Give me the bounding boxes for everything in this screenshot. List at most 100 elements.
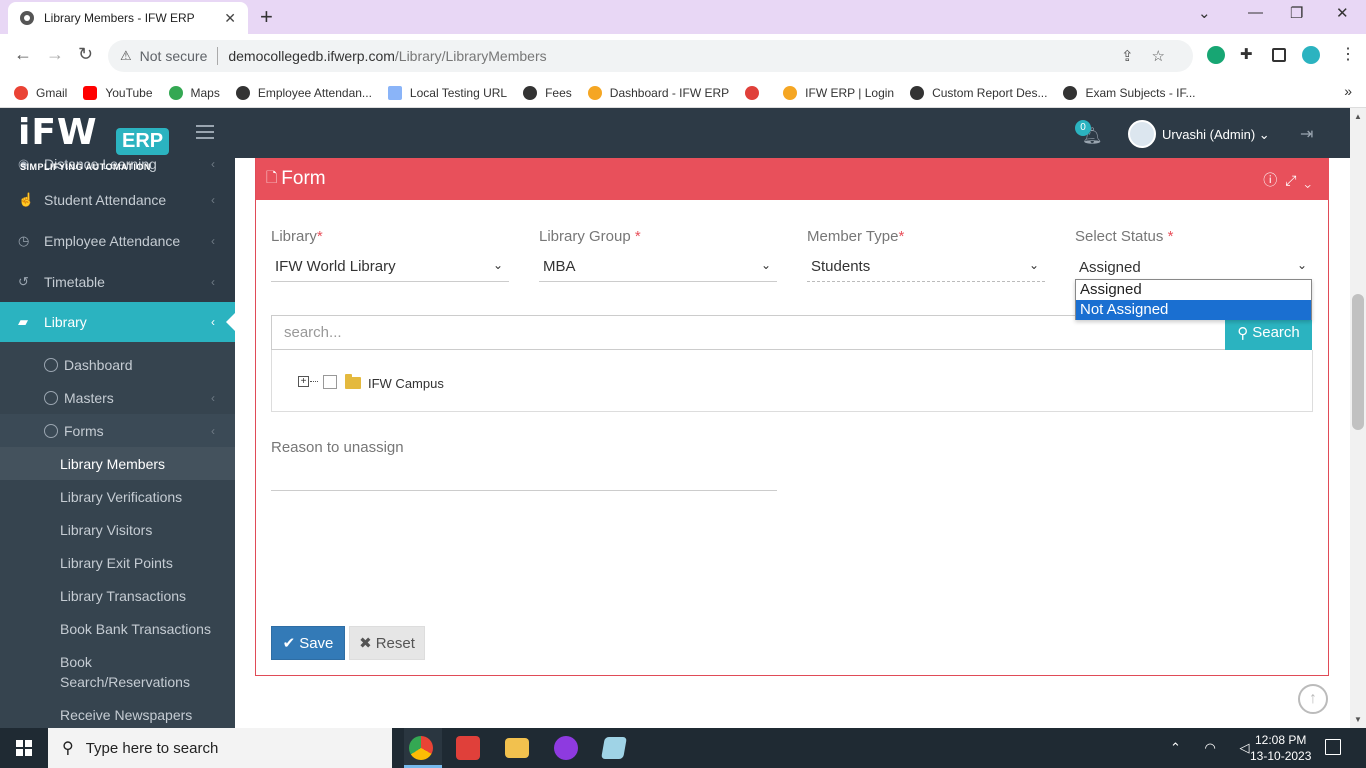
forward-icon[interactable]: → [46,44,64,65]
taskbar-search[interactable]: ⚲ Type here to search [48,728,392,768]
user-menu[interactable]: Urvashi (Admin) ⌄ [1162,127,1270,143]
logout-icon[interactable]: ⇥ [1300,124,1313,144]
profile-icon[interactable] [1302,46,1320,64]
notification-center-icon[interactable] [1325,739,1341,755]
bookmark-maps[interactable]: Maps [168,85,220,100]
sidebar-item-library-transactions[interactable]: Library Transactions [0,579,235,612]
wps-office-icon[interactable] [554,736,578,760]
bookmark-login[interactable]: IFW ERP | Login [783,85,894,100]
bookmark-employee-attendance[interactable]: Employee Attendan... [235,85,372,100]
hamburger-menu-icon[interactable] [196,125,214,139]
save-button[interactable]: ✔ Save [271,626,345,660]
file-explorer-icon[interactable] [505,738,529,758]
bookmark-youtube[interactable]: YouTube [83,85,153,100]
logo[interactable]: iFW ERP SIMPLIFYING AUTOMATION [18,112,170,172]
scrollbar-thumb[interactable] [1352,294,1364,430]
bookmark-fees[interactable]: Fees [523,85,572,100]
restore-icon[interactable]: ❐ [1290,4,1303,22]
chevron-down-icon: ⌄ [1296,258,1307,272]
close-window-icon[interactable]: ✕ [1336,4,1349,22]
tab-close-icon[interactable]: ✕ [224,10,236,27]
page-scrollbar[interactable]: ▲ ▼ [1350,108,1366,728]
more-bookmarks-icon[interactable]: » [1344,83,1352,99]
chevron-down-icon[interactable]: ⌄ [1304,172,1319,188]
search-button-label: Search [1252,324,1300,341]
grammarly-icon[interactable] [1207,46,1225,64]
bookmark-custom-report[interactable]: Custom Report Des... [910,85,1048,100]
x-icon: ✖ [359,635,372,652]
reload-icon[interactable]: ↻ [78,44,93,65]
library-select[interactable]: IFW World Library ⌄ [271,252,509,282]
tree-node-label[interactable]: IFW Campus [368,376,444,391]
system-clock[interactable]: 12:08 PM 13-10-2023 [1250,732,1311,764]
expand-node-icon[interactable]: + [298,376,309,387]
bookmark-label: Custom Report Des... [932,85,1048,100]
tree-checkbox[interactable] [323,375,337,389]
chevron-left-icon: ‹ [211,315,215,329]
warning-icon[interactable]: ⚠ [120,48,132,64]
search-button[interactable]: ⚲ Search [1225,315,1312,350]
bookmark-local-testing[interactable]: Local Testing URL [387,85,507,100]
library-group-select[interactable]: MBA ⌄ [539,252,777,282]
sidebar-item-library[interactable]: ▰ Library ‹ [0,302,235,342]
system-tray-icons[interactable]: ⌃ ◠ ◁ [1170,740,1259,756]
extensions-icon[interactable]: ✚ [1240,45,1258,63]
globe-icon [20,11,34,25]
library-label: Library [271,228,317,245]
reset-button[interactable]: ✖ Reset [349,626,425,660]
globe-icon [1063,85,1078,100]
minimize-icon[interactable]: — [1248,4,1263,21]
scroll-up-icon[interactable]: ▲ [1354,112,1362,121]
library-value: IFW World Library [275,258,396,275]
expand-icon[interactable]: ⤢ [1285,172,1304,188]
option-not-assigned[interactable]: Not Assigned [1076,300,1311,320]
search-input[interactable]: search... [271,315,1226,350]
sidebar-item-employee-attendance[interactable]: ◷ Employee Attendance ‹ [0,220,235,261]
avatar[interactable] [1128,120,1156,148]
field-label: Library Group * [539,228,777,248]
search-icon: ⚲ [1237,324,1249,342]
menu-icon[interactable]: ⋮ [1340,44,1358,63]
sidebar-item-library-visitors[interactable]: Library Visitors [0,513,235,546]
library-group-field: Library Group * MBA ⌄ [539,228,777,282]
library-field: Library* IFW World Library ⌄ [271,228,509,282]
option-assigned[interactable]: Assigned [1076,280,1311,300]
field-label: Select Status * [1075,228,1313,248]
sidebar-item-library-exit-points[interactable]: Library Exit Points [0,546,235,579]
browser-tab[interactable]: Library Members - IFW ERP ✕ [8,2,248,34]
sidebar-item-book-bank-transactions[interactable]: Book Bank Transactions [0,612,235,645]
new-tab-icon[interactable]: + [260,4,273,30]
bookmark-gmail[interactable]: Gmail [14,85,67,100]
sidebar-item-student-attendance[interactable]: ☝ Student Attendance ‹ [0,179,235,220]
bookmark-label: Fees [545,85,572,100]
sidebar-item-masters[interactable]: Masters ‹ [0,381,235,414]
reason-input[interactable] [271,471,777,491]
scroll-down-icon[interactable]: ▼ [1354,715,1362,724]
required-marker: * [1167,228,1174,245]
bookmark-red[interactable] [745,85,767,100]
address-bar[interactable]: ⚠ Not secure democollegedb.ifwerp.com/Li… [108,40,1193,72]
sidebar-item-dashboard[interactable]: Dashboard [0,348,235,381]
scroll-to-top-icon[interactable]: ↑ [1298,684,1328,714]
circle-arrow-icon [44,357,58,372]
bookmark-dashboard[interactable]: Dashboard - IFW ERP [587,85,729,100]
sidebar-item-timetable[interactable]: ↺ Timetable ‹ [0,261,235,302]
sidebar-item-book-search[interactable]: Book Search/Reservations [0,645,200,698]
sidebar-item-receive-newspapers[interactable]: Receive Newspapers [0,698,235,728]
chevron-left-icon: ‹ [211,423,215,438]
share-bookmark-icons[interactable]: ⇪☆ [1121,47,1183,65]
info-icon[interactable]: ⓘ [1263,172,1285,188]
status-select[interactable]: Assigned ⌄ [1075,252,1313,282]
anydesk-icon[interactable] [456,736,480,760]
back-icon[interactable]: ← [14,44,32,65]
bookmark-exam-subjects[interactable]: Exam Subjects - IF... [1063,85,1196,100]
tab-title: Library Members - IFW ERP [44,11,195,25]
sidebar-item-forms[interactable]: Forms ‹ [0,414,235,447]
notes-app-icon[interactable] [601,737,627,759]
windows-start-icon[interactable] [16,740,32,756]
sidepanel-icon[interactable] [1272,48,1286,62]
member-type-select[interactable]: Students ⌄ [807,252,1045,282]
sidebar-item-library-members[interactable]: Library Members [0,447,235,480]
sidebar-item-library-verifications[interactable]: Library Verifications [0,480,235,513]
tab-search-icon[interactable]: ⌄ [1198,4,1211,22]
